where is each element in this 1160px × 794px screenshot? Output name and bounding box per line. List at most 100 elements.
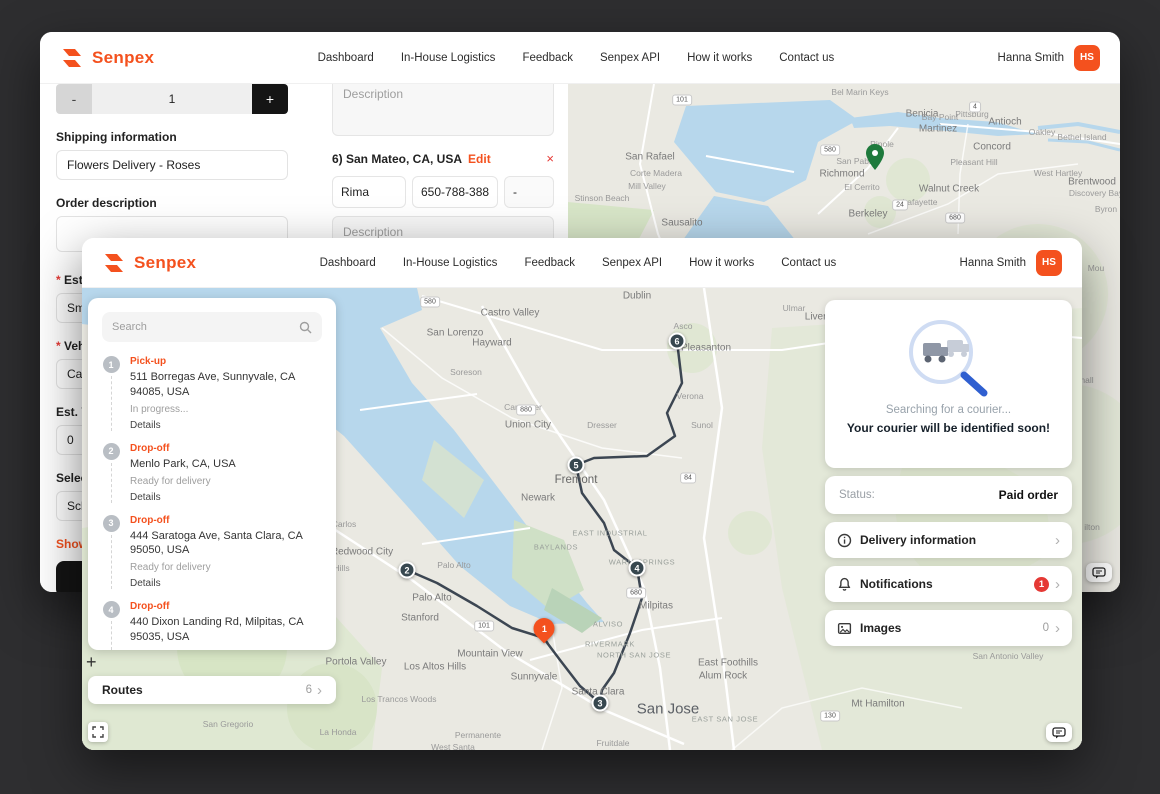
shipping-info-label: Shipping information: [56, 130, 328, 144]
stop-details-link[interactable]: Details: [130, 420, 310, 431]
zoom-in-control[interactable]: +: [86, 652, 97, 673]
search-box[interactable]: [102, 312, 322, 342]
nav-link[interactable]: Dashboard: [318, 52, 374, 64]
stop-type-label: Pick-up: [130, 356, 310, 367]
map-label: San Rafael: [625, 152, 674, 163]
images-card[interactable]: Images 0 ›: [825, 610, 1072, 646]
road-shield: 101: [672, 95, 692, 106]
stop-address: Menlo Park, CA, USA: [130, 457, 236, 472]
map-label: Verona: [677, 391, 704, 401]
map-label: Pleasant Hill: [950, 157, 997, 167]
contact-name-input[interactable]: [332, 176, 406, 208]
nav-link[interactable]: In-House Logistics: [401, 52, 496, 64]
courier-search-subtitle: Your courier will be identified soon!: [847, 421, 1050, 435]
map-label: Oakley: [1029, 127, 1055, 137]
chat-button[interactable]: [1086, 563, 1112, 582]
map-label: Los Trancos Woods: [362, 694, 437, 704]
shipping-info-input[interactable]: [56, 150, 288, 180]
user-avatar[interactable]: HS: [1036, 250, 1062, 276]
road-shield: 130: [820, 711, 840, 722]
map-label: San Gregorio: [203, 719, 254, 729]
contact-row: [332, 176, 554, 208]
route-stop-item[interactable]: 3 Drop-off 444 Saratoga Ave, Santa Clara…: [102, 515, 322, 602]
nav-link[interactable]: Senpex API: [600, 52, 660, 64]
quantity-increase-button[interactable]: +: [252, 84, 288, 114]
stop-status: Ready for delivery: [130, 562, 310, 573]
search-input[interactable]: [112, 321, 299, 333]
brand-name: Senpex: [92, 48, 154, 68]
map-label: Mountain View: [457, 649, 522, 660]
nav-link[interactable]: Contact us: [781, 257, 836, 269]
timeline-connector: [111, 535, 112, 590]
map-label: Richmond: [819, 169, 864, 180]
destination-pin[interactable]: [866, 144, 884, 175]
notifications-card[interactable]: Notifications 1 ›: [825, 566, 1072, 602]
route-stop-marker[interactable]: 6: [669, 333, 686, 350]
map-label: West Santa: [431, 742, 475, 750]
map-label: Soreson: [450, 367, 482, 377]
nav-link[interactable]: Feedback: [524, 257, 575, 269]
route-stop-item[interactable]: 1 Pick-up 511 Borregas Ave, Sunnyvale, C…: [102, 356, 322, 443]
stop-type-label: Drop-off: [130, 515, 310, 526]
senpex-logo[interactable]: Senpex: [102, 251, 196, 275]
contact-ext-input[interactable]: [504, 176, 554, 208]
images-icon: [837, 621, 852, 636]
route-stop-item[interactable]: 2 Drop-off Menlo Park, CA, USA Ready for…: [102, 443, 322, 515]
map-label: Union City: [505, 420, 551, 431]
map-label: San Jose: [637, 701, 700, 718]
nav-link[interactable]: Contact us: [779, 52, 834, 64]
nav-link[interactable]: Dashboard: [320, 257, 376, 269]
stop-status: Ready for delivery: [130, 476, 236, 487]
nav-link[interactable]: How it works: [687, 52, 752, 64]
courier-search-title: Searching for a courier...: [886, 404, 1011, 416]
edit-stop-link[interactable]: Edit: [468, 152, 491, 166]
map-label: San Antonio Valley: [973, 651, 1044, 661]
stop-details-link[interactable]: Details: [130, 492, 236, 503]
user-avatar[interactable]: HS: [1074, 45, 1100, 71]
stop-type-label: Drop-off: [130, 443, 236, 454]
quantity-value: 1: [92, 84, 252, 114]
map-label: Sunol: [691, 420, 713, 430]
quantity-decrease-button[interactable]: -: [56, 84, 92, 114]
delivery-information-label: Delivery information: [860, 533, 976, 547]
map-label: Mt Hamilton: [851, 699, 904, 710]
routes-label: Routes: [102, 683, 143, 697]
map-label: Brentwood: [1068, 177, 1116, 188]
route-stop-marker[interactable]: 5: [568, 457, 585, 474]
routes-bar[interactable]: Routes 6 ›: [88, 676, 336, 704]
remove-stop-button[interactable]: ×: [546, 151, 554, 166]
route-stop-marker[interactable]: 3: [592, 695, 609, 712]
road-shield: 4: [969, 102, 981, 113]
delivery-information-card[interactable]: Delivery information ›: [825, 522, 1072, 558]
nav-link[interactable]: Senpex API: [602, 257, 662, 269]
contact-phone-input[interactable]: [412, 176, 498, 208]
user-name: Hanna Smith: [960, 257, 1026, 269]
nav-link[interactable]: How it works: [689, 257, 754, 269]
route-map[interactable]: DublinCastro ValleyUlmarLivermoreSan Lor…: [82, 288, 1082, 750]
stop-address: 444 Saratoga Ave, Santa Clara, CA 95050,…: [130, 529, 310, 559]
route-stop-marker[interactable]: 4: [629, 560, 646, 577]
map-label: Martinez: [919, 124, 957, 135]
bell-icon: [837, 577, 852, 592]
route-stop-item[interactable]: 4 Drop-off 440 Dixon Landing Rd, Milpita…: [102, 601, 322, 650]
nav-link[interactable]: In-House Logistics: [403, 257, 498, 269]
map-label: Discovery Bay: [1069, 188, 1120, 198]
stop-details-link[interactable]: Details: [130, 578, 310, 589]
road-shield: 24: [892, 200, 908, 211]
road-shield: 101: [474, 621, 494, 632]
map-label: Mou: [1088, 263, 1105, 273]
map-label: Berkeley: [849, 209, 888, 220]
map-label: Milpitas: [639, 601, 673, 612]
road-shield: 580: [820, 145, 840, 156]
senpex-logo[interactable]: Senpex: [60, 46, 154, 70]
chat-icon: [1092, 567, 1106, 579]
nav-link[interactable]: Feedback: [522, 52, 573, 64]
timeline-connector: [111, 463, 112, 503]
map-label: Palo Alto: [412, 593, 451, 604]
chat-button[interactable]: [1046, 723, 1072, 742]
fullscreen-control[interactable]: [88, 722, 108, 742]
route-stop-marker[interactable]: 2: [399, 562, 416, 579]
map-label: Dublin: [623, 291, 651, 302]
stop-description-textarea[interactable]: [332, 78, 554, 136]
map-label: Hayward: [472, 338, 511, 349]
